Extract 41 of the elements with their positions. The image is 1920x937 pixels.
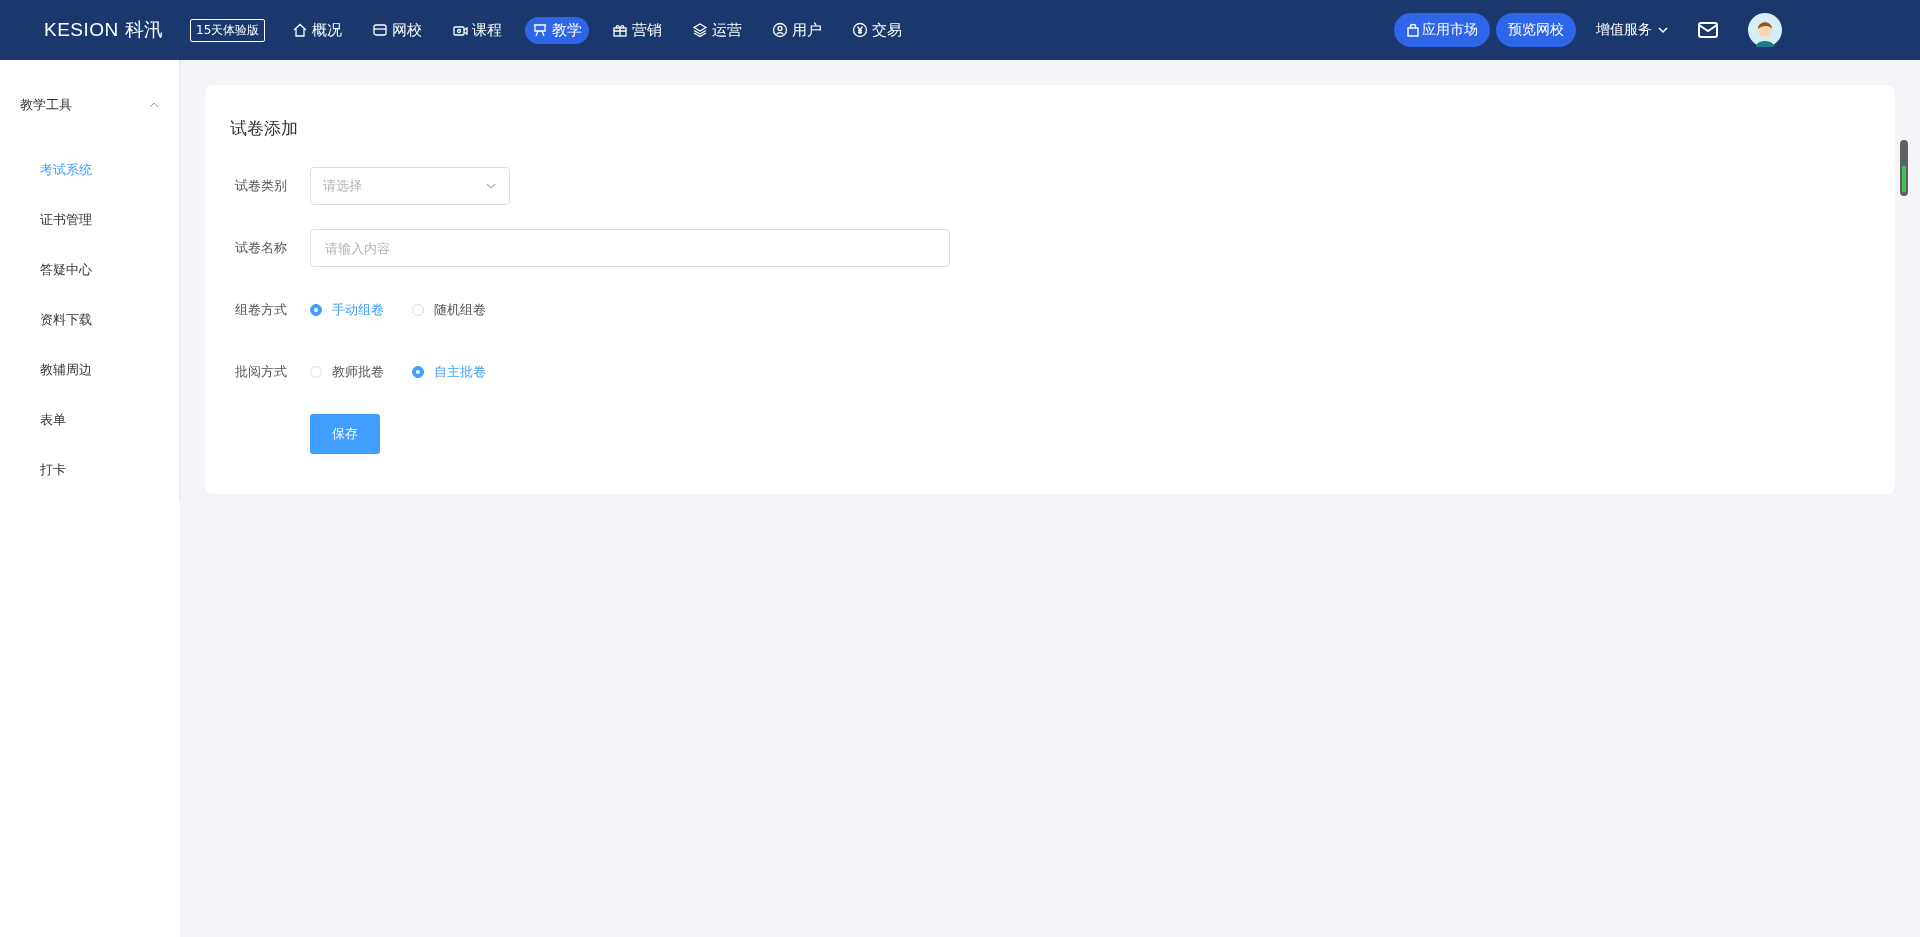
preview-button[interactable]: 预览网校: [1496, 13, 1576, 47]
scrollbar-thumb[interactable]: [1900, 140, 1908, 196]
store-icon: [372, 22, 389, 38]
radio-button[interactable]: [310, 304, 322, 316]
sidebar-item[interactable]: 资料下载: [0, 295, 179, 345]
nav-tab[interactable]: 课程: [445, 16, 510, 44]
radio-button[interactable]: [412, 366, 424, 378]
nav-tab[interactable]: 网校: [365, 16, 430, 44]
user-icon: [772, 22, 789, 38]
nav-tab[interactable]: 营销: [605, 16, 670, 44]
services-menu[interactable]: 增值服务: [1596, 21, 1668, 39]
sidebar-item[interactable]: 表单: [0, 395, 179, 445]
nav-tab[interactable]: 交易: [845, 16, 910, 44]
page-title: 试卷添加: [230, 117, 299, 140]
yen-icon: [852, 22, 869, 38]
radio-label[interactable]: 随机组卷: [434, 301, 486, 319]
field-label: 试卷类别: [234, 177, 288, 195]
name-input[interactable]: 请输入内容: [310, 229, 950, 267]
nav-tab[interactable]: 用户: [765, 16, 830, 44]
sidebar-item[interactable]: 答疑中心: [0, 245, 179, 295]
nav-tab[interactable]: 概况: [285, 16, 350, 44]
home-icon: [292, 22, 309, 38]
layers-icon: [692, 22, 709, 38]
radio-label[interactable]: 教师批卷: [332, 363, 384, 381]
logo[interactable]: KESION 科汛: [44, 17, 164, 43]
mail-icon[interactable]: [1698, 22, 1718, 38]
sidebar-group[interactable]: 教学工具: [0, 80, 179, 130]
field-label: 批阅方式: [234, 363, 288, 381]
sidebar-item[interactable]: 教辅周边: [0, 345, 179, 395]
chevron-icon: [1658, 25, 1668, 35]
gift-icon: [612, 22, 629, 38]
sidebar-item[interactable]: 打卡: [0, 445, 179, 495]
app-market-button[interactable]: 应用市场: [1394, 13, 1490, 47]
trial-badge: 15天体验版: [190, 18, 266, 42]
field-label: 试卷名称: [234, 239, 288, 257]
nav-tab[interactable]: 教学: [525, 16, 590, 44]
avatar[interactable]: [1748, 13, 1782, 47]
bag-icon: [1406, 23, 1420, 37]
nav-tab[interactable]: 运营: [685, 16, 750, 44]
field-label: 组卷方式: [234, 301, 288, 319]
sidebar-item[interactable]: 证书管理: [0, 195, 179, 245]
